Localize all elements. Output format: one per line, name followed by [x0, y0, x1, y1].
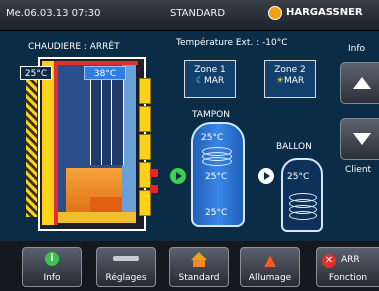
- zone-1-mode: ☾MAR: [185, 76, 235, 86]
- zone-1-mode-text: MAR: [203, 76, 225, 86]
- side-info-label: Info: [348, 44, 366, 54]
- brand-name: HARGASSNER: [286, 7, 363, 18]
- boiler-insulation: [42, 61, 54, 225]
- reglages-button-label: Réglages: [105, 273, 147, 283]
- flue-tube: [111, 75, 112, 165]
- boiler-connector: [150, 169, 158, 177]
- tampon-coil-icon: [202, 157, 232, 166]
- operating-mode-label: STANDARD: [170, 8, 226, 19]
- play-arrow-icon: [176, 172, 182, 180]
- boiler-side-panel: [139, 106, 151, 132]
- tampon-pump-icon: [170, 168, 186, 184]
- play-arrow-icon: [264, 172, 270, 180]
- tampon-label: TAMPON: [192, 110, 230, 120]
- zone-2-mode: ☀MAR: [265, 76, 315, 86]
- boiler-side-panel: [139, 78, 151, 104]
- standard-button-label: Standard: [178, 273, 220, 283]
- moon-icon: ☾: [195, 76, 204, 86]
- scroll-up-button[interactable]: [340, 62, 379, 104]
- arr-label: ARR: [341, 255, 360, 265]
- tampon-temp-mid: 25°C: [205, 172, 228, 182]
- flame-icon: ▲: [264, 251, 276, 269]
- side-client-label: Client: [345, 165, 372, 175]
- status-bar: Me.06.03.13 07:30 STANDARD HARGASSNER: [0, 0, 379, 31]
- brand-logo-icon: [268, 6, 282, 20]
- boiler-side-panel: [139, 190, 151, 216]
- zone-2-button[interactable]: Zone 2 ☀MAR: [264, 60, 316, 98]
- boiler-side-panel: [139, 134, 151, 160]
- ash-tray: [58, 212, 136, 223]
- arrow-down-icon: [353, 133, 371, 145]
- stop-icon: ✕: [322, 254, 336, 268]
- standard-button[interactable]: Standard: [169, 247, 229, 287]
- fonction-label: Fonction: [328, 273, 368, 283]
- scroll-down-button[interactable]: [340, 118, 379, 160]
- zone-2-mode-text: MAR: [283, 76, 305, 86]
- boiler-flow-temp: 38°C: [84, 66, 126, 80]
- boiler-return-temp: 25°C: [20, 66, 52, 80]
- flue-tube: [101, 75, 102, 165]
- tampon-temp-top: 25°C: [201, 133, 224, 143]
- reglages-button[interactable]: Réglages: [96, 247, 156, 287]
- datetime-label: Me.06.03.13 07:30: [6, 8, 101, 19]
- zone-1-button[interactable]: Zone 1 ☾MAR: [184, 60, 236, 98]
- boiler-water-jacket-right: [122, 65, 136, 223]
- allumage-button[interactable]: ▲ Allumage: [240, 247, 300, 287]
- outdoor-temperature-label: Température Ext. : -10°C: [176, 38, 288, 48]
- house-icon: [191, 252, 207, 260]
- arr-fonction-button[interactable]: ✕ ARR Fonction: [316, 247, 379, 287]
- zone-2-name: Zone 2: [274, 65, 306, 75]
- boiler-flue-tubes: [90, 75, 124, 165]
- wrench-icon: [113, 256, 139, 261]
- allumage-button-label: Allumage: [248, 273, 292, 283]
- boiler-status-label: CHAUDIERE : ARRÊT: [28, 42, 120, 52]
- controller-screen: Me.06.03.13 07:30 STANDARD HARGASSNER CH…: [0, 0, 379, 291]
- ballon-temp: 25°C: [287, 172, 310, 182]
- info-button[interactable]: i Info: [22, 247, 82, 287]
- ballon-coil-icon: [289, 211, 317, 220]
- info-icon: i: [45, 252, 59, 266]
- boiler-insulation-pipe: [26, 79, 37, 217]
- ballon-pump-icon: [258, 168, 274, 184]
- boiler-connector: [150, 185, 158, 193]
- arrow-up-icon: [353, 77, 371, 89]
- house-icon-body: [193, 260, 205, 267]
- sun-icon: ☀: [275, 76, 284, 86]
- info-button-label: Info: [43, 273, 61, 283]
- ballon-label: BALLON: [276, 142, 312, 152]
- tampon-temp-bottom: 25°C: [205, 208, 228, 218]
- zone-1-name: Zone 1: [194, 65, 226, 75]
